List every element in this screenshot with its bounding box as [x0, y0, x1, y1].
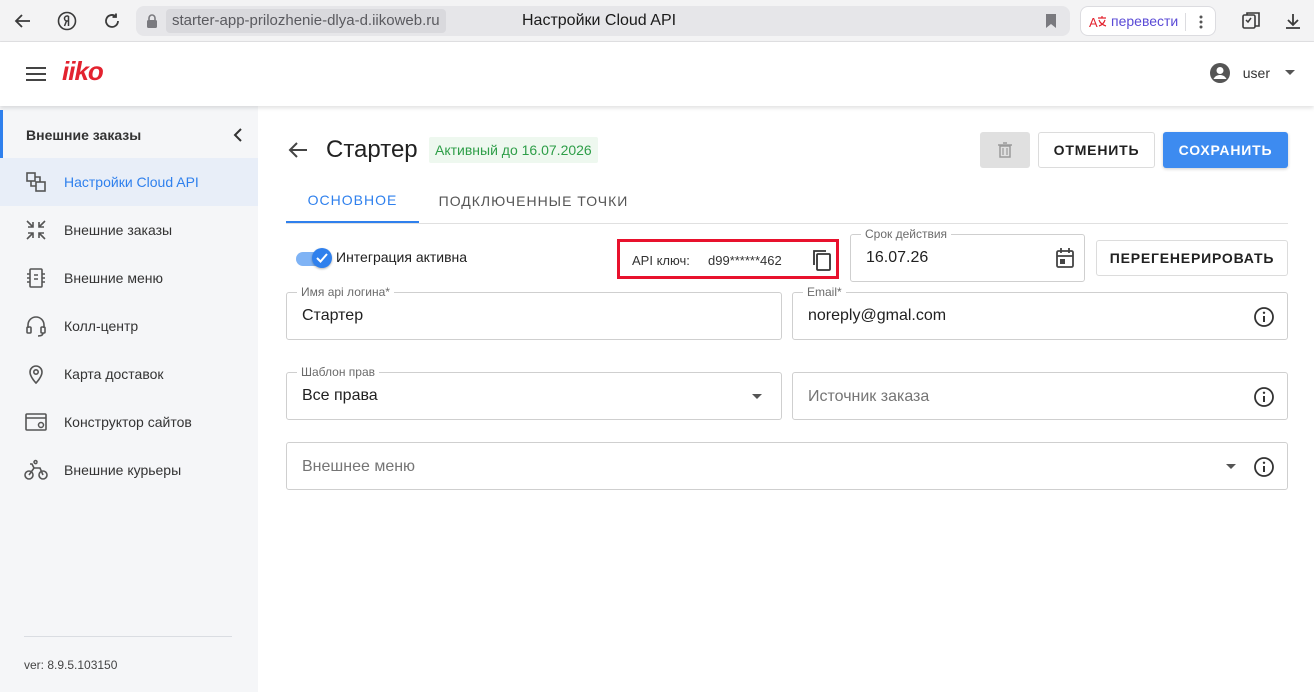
user-menu[interactable]: user — [1209, 62, 1296, 84]
tab-title: Настройки Cloud API — [522, 12, 677, 29]
sidebar-item-label: Внешние заказы — [64, 222, 173, 238]
email-value: noreply@gmal.com — [808, 307, 947, 324]
sidebar-item-cloud-api-settings[interactable]: Настройки Cloud API — [0, 158, 258, 206]
rights-template-select[interactable]: Шаблон прав Все права — [286, 365, 782, 420]
sidebar-item-delivery-map[interactable]: Карта доставок — [0, 350, 258, 398]
external-orders-icon — [24, 218, 48, 242]
expiry-date-field[interactable]: Срок действия 16.07.26 — [850, 227, 1085, 282]
external-menu-icon — [24, 266, 48, 290]
dropdown-arrow-icon[interactable] — [1225, 463, 1237, 471]
rights-template-value: Все права — [302, 387, 378, 404]
page-title: Стартер — [326, 136, 418, 163]
regenerate-button[interactable]: ПЕРЕГЕНЕРИРОВАТЬ — [1096, 240, 1288, 276]
sidebar-header[interactable]: Внешние заказы — [0, 110, 258, 160]
sidebar-divider — [24, 636, 232, 637]
info-icon[interactable] — [1253, 386, 1275, 408]
site-builder-icon — [24, 410, 48, 434]
copy-icon[interactable] — [812, 249, 832, 271]
integration-label: Интеграция активна — [336, 249, 468, 265]
lock-icon — [146, 14, 158, 28]
sidebar-item-call-center[interactable]: Колл-центр — [0, 302, 258, 350]
expiry-date-label: Срок действия — [861, 227, 952, 241]
svg-text:A: A — [1089, 15, 1098, 30]
api-login-label: Имя api логина* — [297, 285, 394, 299]
headset-icon — [24, 314, 48, 338]
sidebar-item-site-builder[interactable]: Конструктор сайтов — [0, 398, 258, 446]
translate-icon: A — [1089, 13, 1107, 31]
main-content: Стартер Активный до 16.07.2026 ОТМЕНИТЬ … — [258, 106, 1314, 692]
app-version: ver: 8.9.5.103150 — [24, 658, 118, 672]
sidebar-item-label: Настройки Cloud API — [64, 174, 199, 190]
sidebar-section-title: Внешние заказы — [26, 127, 142, 143]
external-menu-select[interactable]: Внешнее меню — [286, 442, 1288, 490]
translate-divider — [1185, 13, 1186, 31]
sidebar-item-external-menu[interactable]: Внешние меню — [0, 254, 258, 302]
map-pin-icon — [24, 362, 48, 386]
rights-template-label: Шаблон прав — [297, 365, 379, 379]
menu-icon[interactable] — [26, 66, 46, 82]
browser-toolbar: starter-app-prilozhenie-dlya-d.iikoweb.r… — [0, 0, 1314, 42]
sidebar-item-label: Колл-центр — [64, 318, 139, 334]
yandex-icon[interactable] — [56, 10, 78, 32]
back-icon[interactable] — [12, 10, 34, 32]
more-vertical-icon[interactable] — [1195, 13, 1207, 31]
tab-main[interactable]: ОСНОВНОЕ — [286, 178, 419, 223]
status-badge: Активный до 16.07.2026 — [429, 137, 598, 163]
integration-toggle[interactable] — [296, 248, 332, 268]
sidebar-item-label: Внешние меню — [64, 270, 163, 286]
expiry-date-value: 16.07.26 — [866, 249, 929, 266]
sidebar-item-external-orders[interactable]: Внешние заказы — [0, 206, 258, 254]
back-arrow-icon[interactable] — [288, 141, 308, 159]
dropdown-arrow-icon[interactable] — [751, 393, 763, 401]
collections-icon[interactable] — [1240, 10, 1262, 32]
collapse-chevron-icon[interactable] — [233, 128, 243, 142]
order-source-field[interactable]: Источник заказа — [792, 372, 1288, 420]
api-login-field[interactable]: Имя api логина* Стартер — [286, 285, 782, 340]
order-source-placeholder: Источник заказа — [808, 388, 930, 405]
sidebar: Внешние заказы Настройки Cloud API Внешн… — [0, 106, 258, 692]
sidebar-item-label: Внешние курьеры — [64, 462, 182, 478]
reload-icon[interactable] — [101, 10, 123, 32]
api-key-label: API ключ: — [632, 253, 690, 268]
info-icon[interactable] — [1253, 456, 1275, 478]
cancel-button[interactable]: ОТМЕНИТЬ — [1038, 132, 1155, 168]
sidebar-item-external-couriers[interactable]: Внешние курьеры — [0, 446, 258, 494]
calendar-icon[interactable] — [1055, 247, 1075, 269]
api-login-value: Стартер — [302, 307, 364, 324]
bookmark-icon[interactable] — [1044, 13, 1058, 29]
external-menu-placeholder: Внешнее меню — [302, 458, 416, 475]
info-icon[interactable] — [1253, 306, 1275, 328]
tab-connected-points[interactable]: ПОДКЛЮЧЕННЫЕ ТОЧКИ — [431, 178, 636, 223]
delete-button[interactable] — [980, 132, 1030, 168]
translate-label: перевести — [1111, 13, 1179, 29]
trash-icon — [998, 142, 1012, 158]
url-text[interactable]: starter-app-prilozhenie-dlya-d.iikoweb.r… — [166, 9, 446, 33]
address-bar[interactable]: starter-app-prilozhenie-dlya-d.iikoweb.r… — [136, 6, 1070, 36]
download-icon[interactable] — [1282, 10, 1304, 32]
app-header: iiko user — [0, 42, 1314, 106]
sidebar-item-label: Карта доставок — [64, 366, 164, 382]
api-settings-icon — [24, 170, 48, 194]
email-label: Email* — [803, 285, 846, 299]
bicycle-icon — [24, 458, 48, 482]
sidebar-item-label: Конструктор сайтов — [64, 414, 192, 430]
api-key-value: d99******462 — [708, 253, 782, 268]
chevron-down-icon — [1284, 69, 1296, 77]
email-field[interactable]: Email* noreply@gmal.com — [792, 285, 1288, 340]
account-icon — [1209, 62, 1231, 84]
api-key-box: API ключ: d99******462 — [617, 239, 839, 279]
tabs: ОСНОВНОЕ ПОДКЛЮЧЕННЫЕ ТОЧКИ — [286, 178, 1288, 224]
check-icon — [312, 248, 332, 268]
iiko-logo[interactable]: iiko — [62, 56, 104, 87]
translate-button[interactable]: A перевести — [1080, 6, 1216, 36]
username: user — [1242, 65, 1270, 81]
save-button[interactable]: СОХРАНИТЬ — [1163, 132, 1288, 168]
